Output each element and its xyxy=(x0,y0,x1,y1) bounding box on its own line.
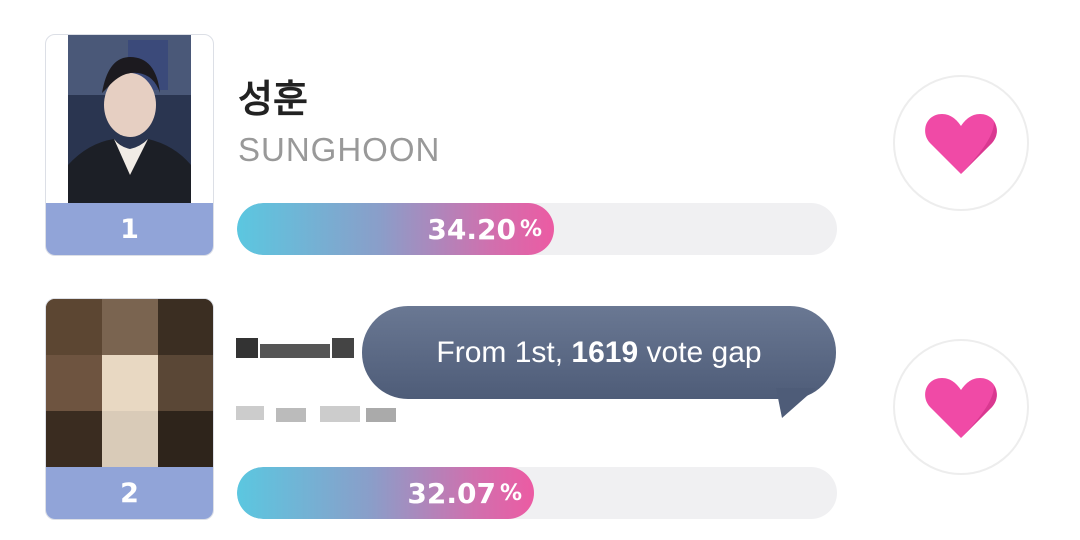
candidate-card[interactable]: 1 xyxy=(45,34,214,256)
vote-share-bar: 32.07% xyxy=(237,467,837,519)
tooltip-tail xyxy=(776,388,816,418)
heart-icon xyxy=(925,378,997,438)
rank-number: 2 xyxy=(120,477,139,509)
percent-value: 34.20 xyxy=(427,212,516,246)
percent-unit: % xyxy=(519,216,542,242)
vote-percentage: 32.07% xyxy=(407,467,522,519)
vote-gap-tooltip: From 1st, 1619 vote gap xyxy=(362,306,836,399)
rank-number: 1 xyxy=(120,213,139,245)
vote-heart-button[interactable] xyxy=(893,75,1029,211)
rank-badge: 1 xyxy=(46,203,213,255)
percent-unit: % xyxy=(499,480,522,506)
candidate-name-korean: 성훈 xyxy=(238,77,308,121)
tooltip-suffix: vote gap xyxy=(646,335,762,369)
candidate-name-english: SUNGHOON xyxy=(238,131,441,168)
tooltip-prefix: From 1st, xyxy=(436,335,564,369)
percent-value: 32.07 xyxy=(407,476,496,510)
heart-icon xyxy=(925,114,997,174)
pixelated-photo xyxy=(46,299,213,467)
candidate-card[interactable]: 2 xyxy=(45,298,214,520)
vote-gap-count: 1619 xyxy=(571,335,639,369)
rank-badge: 2 xyxy=(46,467,213,519)
vote-share-bar: 34.20% xyxy=(237,203,837,255)
member-photo xyxy=(68,35,191,203)
vote-heart-button[interactable] xyxy=(893,339,1029,475)
candidate-row-1: 1 성훈 SUNGHOON 34.20% xyxy=(0,0,1080,260)
vote-percentage: 34.20% xyxy=(427,203,542,255)
